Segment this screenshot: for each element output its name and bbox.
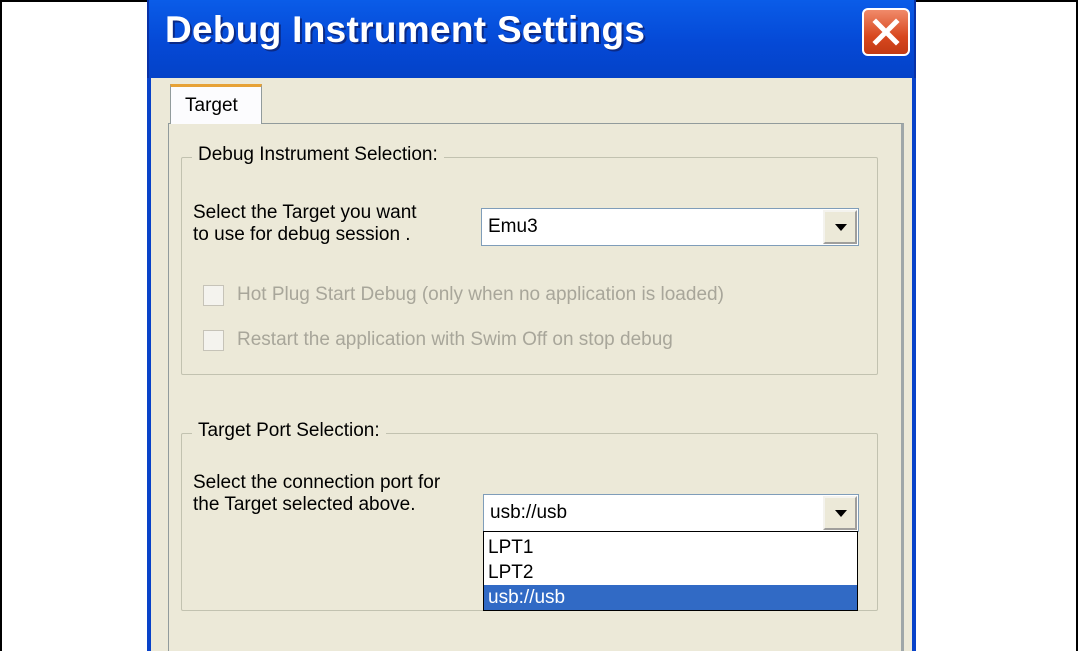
- hotplug-checkbox[interactable]: [203, 285, 224, 306]
- target-select[interactable]: Emu3: [481, 208, 859, 246]
- hotplug-checkbox-label: Hot Plug Start Debug (only when no appli…: [237, 284, 724, 305]
- target-select-value: Emu3: [488, 216, 538, 237]
- target-prompt-line1: Select the Target you want: [193, 202, 417, 223]
- window-title: Debug Instrument Settings: [165, 9, 646, 50]
- restart-checkbox-label: Restart the application with Swim Off on…: [237, 329, 673, 350]
- restart-checkbox[interactable]: [203, 330, 224, 351]
- window-border-left: [147, 78, 151, 651]
- port-option-usb[interactable]: usb://usb: [484, 585, 857, 610]
- chevron-down-icon: [835, 224, 847, 231]
- title-bar[interactable]: Debug Instrument Settings: [147, 0, 916, 78]
- port-select-value: usb://usb: [490, 502, 568, 523]
- close-button[interactable]: [862, 8, 910, 56]
- tab-target[interactable]: Target: [170, 84, 262, 124]
- port-options-list[interactable]: LPT1 LPT2 usb://usb: [483, 531, 858, 611]
- target-dropdown-button[interactable]: [823, 210, 857, 244]
- port-dropdown-button[interactable]: [823, 496, 857, 530]
- port-prompt-line2: the Target selected above.: [193, 494, 416, 515]
- tab-target-label: Target: [185, 95, 238, 116]
- port-select[interactable]: usb://usb: [483, 494, 859, 532]
- port-option-lpt2[interactable]: LPT2: [484, 560, 857, 585]
- close-x-icon: [872, 18, 900, 46]
- port-prompt-line1: Select the connection port for: [193, 472, 441, 493]
- instrument-selection-legend: Debug Instrument Selection:: [192, 144, 444, 166]
- window-border-right: [912, 78, 916, 651]
- port-selection-legend: Target Port Selection:: [192, 420, 386, 442]
- port-option-lpt1[interactable]: LPT1: [484, 535, 857, 560]
- chevron-down-icon: [835, 510, 847, 517]
- target-prompt-line2: to use for debug session .: [193, 224, 411, 245]
